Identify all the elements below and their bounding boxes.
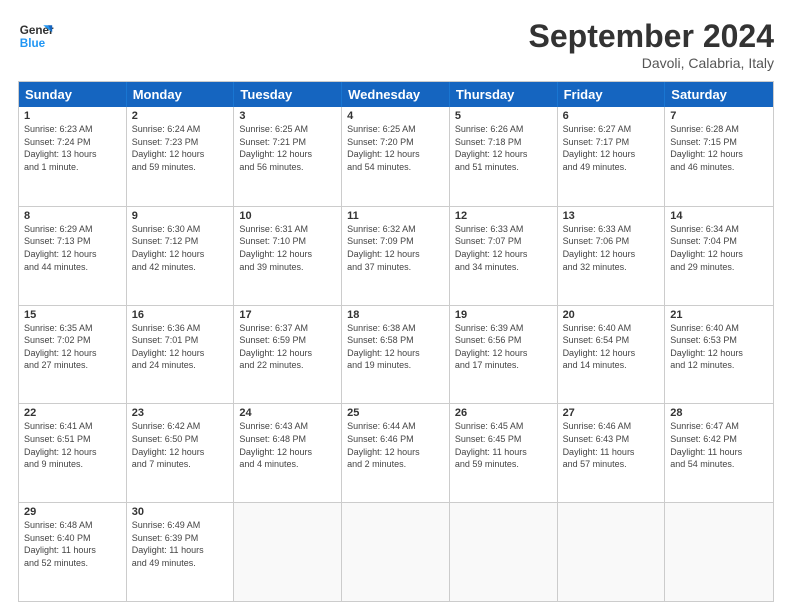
month-title: September 2024 [529,18,774,55]
day-20: 20Sunrise: 6:40 AM Sunset: 6:54 PM Dayli… [558,306,666,404]
week-row-2: 8Sunrise: 6:29 AM Sunset: 7:13 PM Daylig… [19,206,773,305]
title-block: September 2024 Davoli, Calabria, Italy [529,18,774,71]
header-tuesday: Tuesday [234,82,342,107]
day-6: 6Sunrise: 6:27 AM Sunset: 7:17 PM Daylig… [558,107,666,206]
day-22: 22Sunrise: 6:41 AM Sunset: 6:51 PM Dayli… [19,404,127,502]
empty-cell [342,503,450,601]
empty-cell [558,503,666,601]
day-17: 17Sunrise: 6:37 AM Sunset: 6:59 PM Dayli… [234,306,342,404]
empty-cell [450,503,558,601]
day-12: 12Sunrise: 6:33 AM Sunset: 7:07 PM Dayli… [450,207,558,305]
week-row-4: 22Sunrise: 6:41 AM Sunset: 6:51 PM Dayli… [19,403,773,502]
header-friday: Friday [558,82,666,107]
page: General Blue September 2024 Davoli, Cala… [0,0,792,612]
week-row-5: 29Sunrise: 6:48 AM Sunset: 6:40 PM Dayli… [19,502,773,601]
day-9: 9Sunrise: 6:30 AM Sunset: 7:12 PM Daylig… [127,207,235,305]
svg-text:Blue: Blue [20,37,46,50]
location: Davoli, Calabria, Italy [529,55,774,71]
day-1: 1Sunrise: 6:23 AM Sunset: 7:24 PM Daylig… [19,107,127,206]
day-4: 4Sunrise: 6:25 AM Sunset: 7:20 PM Daylig… [342,107,450,206]
logo-icon: General Blue [18,18,54,54]
day-25: 25Sunrise: 6:44 AM Sunset: 6:46 PM Dayli… [342,404,450,502]
week-row-3: 15Sunrise: 6:35 AM Sunset: 7:02 PM Dayli… [19,305,773,404]
header: General Blue September 2024 Davoli, Cala… [18,18,774,71]
calendar-body: 1Sunrise: 6:23 AM Sunset: 7:24 PM Daylig… [19,107,773,601]
day-10: 10Sunrise: 6:31 AM Sunset: 7:10 PM Dayli… [234,207,342,305]
day-8: 8Sunrise: 6:29 AM Sunset: 7:13 PM Daylig… [19,207,127,305]
day-27: 27Sunrise: 6:46 AM Sunset: 6:43 PM Dayli… [558,404,666,502]
day-3: 3Sunrise: 6:25 AM Sunset: 7:21 PM Daylig… [234,107,342,206]
day-30: 30Sunrise: 6:49 AM Sunset: 6:39 PM Dayli… [127,503,235,601]
day-21: 21Sunrise: 6:40 AM Sunset: 6:53 PM Dayli… [665,306,773,404]
calendar: Sunday Monday Tuesday Wednesday Thursday… [18,81,774,602]
day-23: 23Sunrise: 6:42 AM Sunset: 6:50 PM Dayli… [127,404,235,502]
header-thursday: Thursday [450,82,558,107]
header-saturday: Saturday [665,82,773,107]
day-26: 26Sunrise: 6:45 AM Sunset: 6:45 PM Dayli… [450,404,558,502]
day-24: 24Sunrise: 6:43 AM Sunset: 6:48 PM Dayli… [234,404,342,502]
day-19: 19Sunrise: 6:39 AM Sunset: 6:56 PM Dayli… [450,306,558,404]
day-28: 28Sunrise: 6:47 AM Sunset: 6:42 PM Dayli… [665,404,773,502]
day-18: 18Sunrise: 6:38 AM Sunset: 6:58 PM Dayli… [342,306,450,404]
week-row-1: 1Sunrise: 6:23 AM Sunset: 7:24 PM Daylig… [19,107,773,206]
day-7: 7Sunrise: 6:28 AM Sunset: 7:15 PM Daylig… [665,107,773,206]
calendar-header: Sunday Monday Tuesday Wednesday Thursday… [19,82,773,107]
day-2: 2Sunrise: 6:24 AM Sunset: 7:23 PM Daylig… [127,107,235,206]
empty-cell [665,503,773,601]
day-15: 15Sunrise: 6:35 AM Sunset: 7:02 PM Dayli… [19,306,127,404]
day-14: 14Sunrise: 6:34 AM Sunset: 7:04 PM Dayli… [665,207,773,305]
header-monday: Monday [127,82,235,107]
day-13: 13Sunrise: 6:33 AM Sunset: 7:06 PM Dayli… [558,207,666,305]
day-5: 5Sunrise: 6:26 AM Sunset: 7:18 PM Daylig… [450,107,558,206]
day-16: 16Sunrise: 6:36 AM Sunset: 7:01 PM Dayli… [127,306,235,404]
logo: General Blue [18,18,54,54]
header-sunday: Sunday [19,82,127,107]
day-11: 11Sunrise: 6:32 AM Sunset: 7:09 PM Dayli… [342,207,450,305]
header-wednesday: Wednesday [342,82,450,107]
day-29: 29Sunrise: 6:48 AM Sunset: 6:40 PM Dayli… [19,503,127,601]
empty-cell [234,503,342,601]
